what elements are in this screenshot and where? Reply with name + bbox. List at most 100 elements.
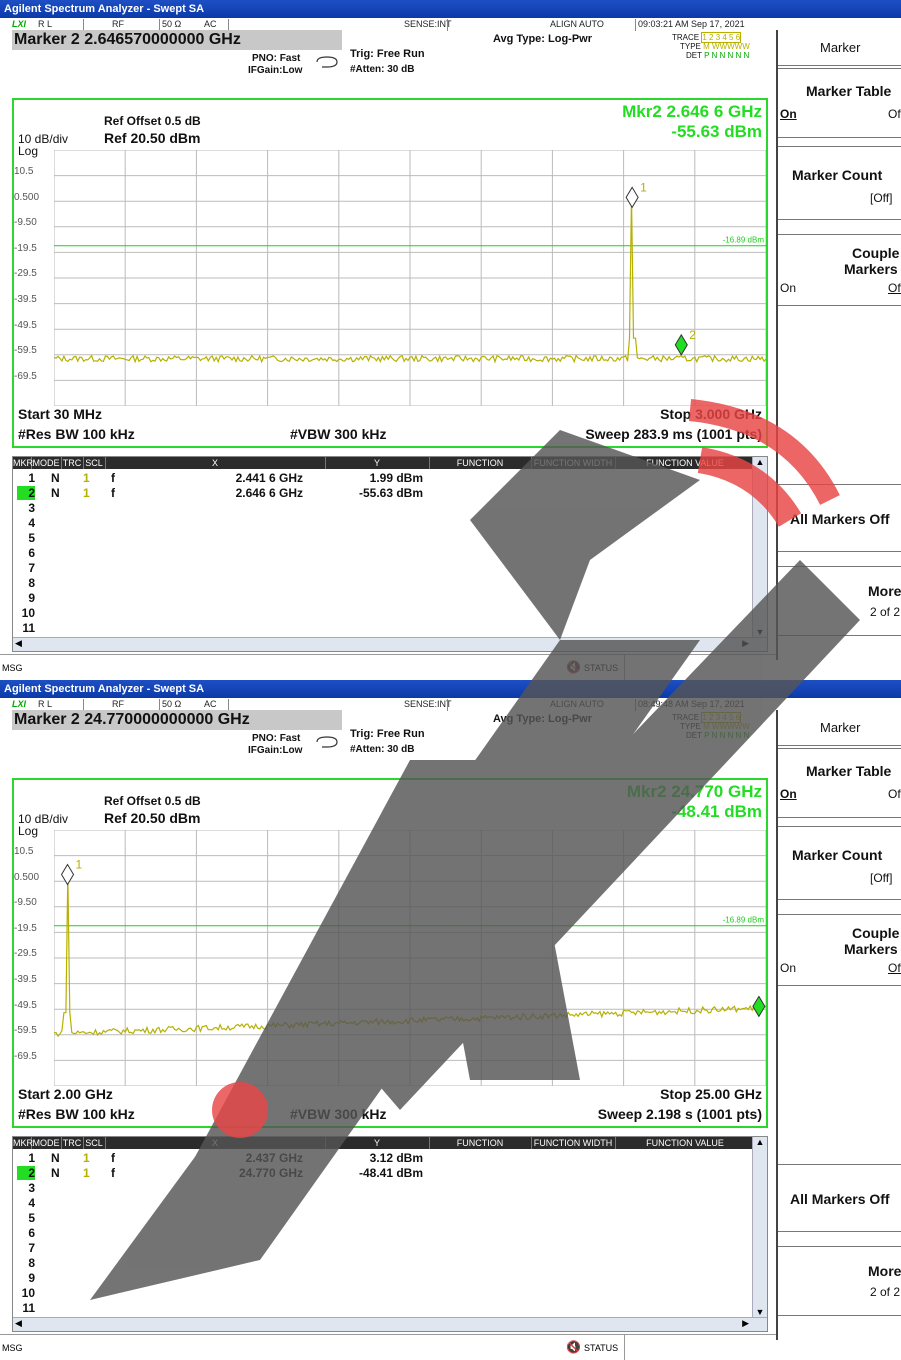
scroll-right-icon[interactable]: ▶ bbox=[742, 638, 749, 649]
speaker-muted-icon: 🔇 bbox=[566, 660, 581, 674]
table-cell-trc: 1 bbox=[83, 471, 90, 485]
marker-2-icon[interactable] bbox=[674, 333, 688, 356]
table-header-cell: MKR bbox=[13, 1137, 33, 1149]
all-markers-off-softkey[interactable]: All Markers Off bbox=[778, 484, 901, 552]
marker-header[interactable]: Marker 2 24.770000000000 GHz bbox=[12, 710, 342, 730]
y-tick-label: 10.5 bbox=[14, 166, 34, 177]
marker-table-softkey[interactable]: Marker Table On Off bbox=[778, 748, 901, 818]
table-header-cell: MODE bbox=[31, 457, 62, 469]
message-bar: MSG 🔇 STATUS bbox=[0, 1334, 776, 1360]
align-label: ALIGN AUTO bbox=[550, 19, 604, 29]
table-row[interactable]: 7 bbox=[13, 561, 753, 576]
marker-count-softkey[interactable]: Marker Count [Off] bbox=[778, 146, 901, 220]
rbw-label: #Res BW 100 kHz bbox=[18, 426, 135, 442]
table-row[interactable]: 2 N 1 f 2.646 6 GHz -55.63 dBm bbox=[13, 486, 753, 501]
table-cell-n: 4 bbox=[28, 1196, 35, 1210]
spectrum-graph[interactable]: Ref Offset 0.5 dB Ref 20.50 dBm 10 dB/di… bbox=[12, 98, 768, 448]
table-row[interactable]: 8 bbox=[13, 576, 753, 591]
start-freq: Start 30 MHz bbox=[18, 406, 103, 422]
scroll-up-icon[interactable]: ▲ bbox=[753, 1137, 767, 1149]
y-tick-label: -39.5 bbox=[14, 294, 37, 305]
align-label: ALIGN AUTO bbox=[550, 699, 604, 709]
table-row[interactable]: 5 bbox=[13, 531, 753, 546]
marker-count-softkey[interactable]: Marker Count [Off] bbox=[778, 826, 901, 900]
table-header-cell: TRC bbox=[61, 1137, 84, 1149]
table-header: MKR MODE TRC SCL X Y FUNCTION FUNCTION WIDTH FUN… bbox=[13, 1137, 756, 1149]
table-row[interactable]: 5 bbox=[13, 1211, 753, 1226]
vertical-scrollbar[interactable]: ▲ ▼ bbox=[752, 457, 767, 639]
horizontal-scrollbar[interactable]: ◀ ▶ bbox=[13, 637, 767, 651]
marker-readout-freq: Mkr2 2.646 6 GHz bbox=[622, 102, 762, 121]
table-row[interactable]: 6 bbox=[13, 1226, 753, 1241]
ref-level: Ref 20.50 dBm bbox=[104, 810, 201, 826]
table-cell-n: 4 bbox=[28, 516, 35, 530]
more-softkey[interactable]: More 2 of 2 bbox=[778, 566, 901, 636]
table-header-cell: TRC bbox=[61, 457, 84, 469]
table-row[interactable]: 11 bbox=[13, 621, 753, 636]
table-row[interactable]: 8 bbox=[13, 1256, 753, 1271]
status-label: STATUS bbox=[584, 663, 619, 673]
softkey-panel: Marker Marker Table On Off Marker Count … bbox=[776, 30, 901, 660]
table-cell-x: 2.441 6 GHz bbox=[235, 471, 303, 485]
table-cell-trc: 1 bbox=[83, 1166, 90, 1180]
table-row[interactable]: 3 bbox=[13, 1181, 753, 1196]
marker-header[interactable]: Marker 2 2.646570000000 GHz bbox=[12, 30, 342, 50]
more-softkey[interactable]: More 2 of 2 bbox=[778, 1246, 901, 1316]
couple-markers-softkey[interactable]: Couple Markers On Off bbox=[778, 914, 901, 986]
scroll-left-icon[interactable]: ◀ bbox=[15, 638, 22, 649]
all-markers-off-softkey[interactable]: All Markers Off bbox=[778, 1164, 901, 1232]
table-row[interactable]: 9 bbox=[13, 591, 753, 606]
table-row[interactable]: 2 N 1 f 24.770 GHz -48.41 dBm bbox=[13, 1166, 753, 1181]
datetime: 09:03:21 AM Sep 17, 2021 bbox=[638, 19, 745, 29]
softkey-menu-title: Marker bbox=[778, 710, 901, 746]
table-row[interactable]: 10 bbox=[13, 1286, 753, 1301]
horizontal-scrollbar[interactable]: ◀ ▶ bbox=[13, 1317, 767, 1331]
vertical-scrollbar[interactable]: ▲ ▼ bbox=[752, 1137, 767, 1319]
table-cell-x: 2.646 6 GHz bbox=[235, 486, 303, 500]
avg-type-label: Avg Type: Log-Pwr bbox=[493, 713, 592, 725]
table-row[interactable]: 10 bbox=[13, 606, 753, 621]
log-label: Log bbox=[18, 144, 39, 158]
y-tick-label: -29.5 bbox=[14, 268, 37, 280]
table-row[interactable]: 4 bbox=[13, 1196, 753, 1211]
ref-offset: Ref Offset 0.5 dB bbox=[104, 114, 201, 128]
window-title: Agilent Spectrum Analyzer - Swept SA bbox=[0, 680, 901, 698]
plot-area[interactable]: -16.89 dBm12 bbox=[54, 150, 766, 406]
ifgain-label: IFGain:Low bbox=[248, 745, 303, 756]
table-header-cell: FUNCTION VALUE bbox=[615, 457, 756, 469]
table-row[interactable]: 4 bbox=[13, 516, 753, 531]
table-row[interactable]: 1 N 1 f 2.437 GHz 3.12 dBm bbox=[13, 1151, 753, 1166]
plot-area[interactable]: -16.89 dBm12 bbox=[54, 830, 766, 1086]
scroll-right-icon[interactable]: ▶ bbox=[742, 1318, 749, 1329]
table-row[interactable]: 11 bbox=[13, 1301, 753, 1316]
y-tick-label: -29.5 bbox=[14, 948, 37, 960]
status-label: STATUS bbox=[584, 1343, 619, 1353]
sense-label: SENSE:INT bbox=[404, 19, 452, 29]
analyzer-window: Agilent Spectrum Analyzer - Swept SA LXI… bbox=[0, 0, 901, 680]
table-row[interactable]: 9 bbox=[13, 1271, 753, 1286]
y-tick-label: -9.50 bbox=[14, 897, 37, 909]
table-row[interactable]: 1 N 1 f 2.441 6 GHz 1.99 dBm bbox=[13, 471, 753, 486]
marker-table-softkey[interactable]: Marker Table On Off bbox=[778, 68, 901, 138]
couple-markers-softkey[interactable]: Couple Markers On Off bbox=[778, 234, 901, 306]
avg-type-label: Avg Type: Log-Pwr bbox=[493, 33, 592, 45]
table-cell-n: 11 bbox=[22, 621, 35, 635]
table-cell-n: 6 bbox=[28, 1226, 35, 1240]
table-cell-n: 1 bbox=[28, 471, 35, 485]
trace-indicator: TRACE 1 2 3 4 5 6 TYPE M WWWWW DET P N N… bbox=[672, 712, 750, 740]
table-row[interactable]: 3 bbox=[13, 501, 753, 516]
scroll-up-icon[interactable]: ▲ bbox=[753, 457, 767, 469]
table-row[interactable]: 6 bbox=[13, 546, 753, 561]
table-cell-scl: f bbox=[111, 486, 115, 500]
marker-2-icon[interactable] bbox=[752, 995, 766, 1018]
atten-label: #Atten: 30 dB bbox=[350, 744, 415, 755]
spectrum-graph[interactable]: Ref Offset 0.5 dB Ref 20.50 dBm 10 dB/di… bbox=[12, 778, 768, 1128]
marker-1-icon[interactable] bbox=[625, 186, 639, 209]
table-cell-n: 3 bbox=[28, 501, 35, 515]
lxi-icon: LXI bbox=[12, 699, 27, 709]
table-row[interactable]: 7 bbox=[13, 1241, 753, 1256]
display-line-label: -16.89 dBm bbox=[723, 236, 765, 245]
analyzer-window: Agilent Spectrum Analyzer - Swept SA LXI… bbox=[0, 680, 901, 1360]
table-cell-n: 11 bbox=[22, 1301, 35, 1315]
scroll-left-icon[interactable]: ◀ bbox=[15, 1318, 22, 1329]
